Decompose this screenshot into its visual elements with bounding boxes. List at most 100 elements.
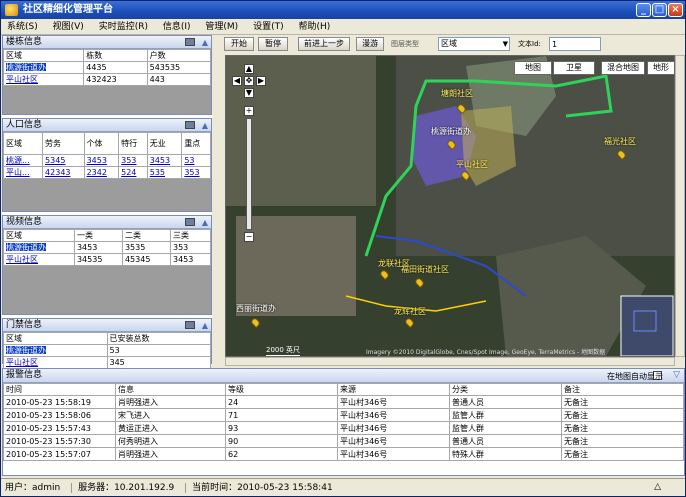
col-header: 栋数: [83, 49, 148, 62]
pause-button[interactable]: 暂停: [258, 37, 288, 51]
layer-type-label: 图层类型: [391, 40, 419, 48]
menu-help[interactable]: 帮助(H): [292, 19, 336, 35]
col-header: 区域: [2, 132, 44, 155]
table-row[interactable]: 桃源街道办 53: [3, 344, 211, 357]
cell: 345: [106, 356, 211, 369]
camera-icon[interactable]: [185, 38, 195, 46]
menu-realtime[interactable]: 实时监控(R): [93, 19, 154, 35]
door-table: 区域 已安装总数 桃源街道办 53 平山社区 345: [3, 332, 211, 369]
pan-right-icon[interactable]: ▶: [256, 76, 266, 86]
map-vertical-scrollbar[interactable]: [675, 55, 685, 357]
panel-title: 视频信息: [6, 217, 43, 227]
collapse-icon[interactable]: ▽: [673, 369, 680, 382]
region-link[interactable]: 平山社区: [6, 358, 38, 367]
table-row[interactable]: 桃源街道办 4435 543535: [2, 61, 212, 74]
count-link[interactable]: 53: [184, 156, 194, 165]
cell: 443: [146, 73, 212, 86]
camera-icon[interactable]: [185, 218, 195, 226]
close-button[interactable]: ×: [668, 3, 683, 17]
count-link[interactable]: 3453: [150, 156, 170, 165]
table-row[interactable]: 平山社区 432423 443: [2, 73, 212, 86]
table-row[interactable]: 平山... 42343 2342 524 535 353: [2, 166, 211, 179]
table-row[interactable]: 桃源街道办 3453 3535 353: [3, 241, 212, 254]
table-row[interactable]: 桃源... 5345 3453 353 3453 53: [2, 154, 211, 167]
minimize-button[interactable]: _: [636, 3, 651, 17]
table-row[interactable]: 2010-05-23 15:57:43 黄运正进入 93 平山村346号 监管人群 无备注: [3, 421, 684, 435]
panel-header: 人口信息 ▲: [3, 119, 211, 132]
col-header: 等级: [225, 383, 338, 396]
table-row[interactable]: 2010-05-23 15:57:30 何秀明进入 90 平山村346号 普通人员 无备注: [3, 434, 684, 448]
col-header: 无业: [146, 132, 183, 155]
show-on-map-label: 在地图自动显示: [607, 372, 663, 381]
cell: 普通人员: [449, 395, 562, 409]
start-button[interactable]: 开始: [224, 37, 254, 51]
pan-center-icon[interactable]: ✥: [244, 76, 254, 86]
chevron-down-icon: ▼: [502, 40, 508, 48]
video-table: 区域 一类 二类 三类 桃源街道办 3453 3535 353 平山社区 34535 45345…: [3, 229, 212, 266]
table-row[interactable]: 2010-05-23 15:57:07 肖明强进入 62 平山村346号 特殊人群 无备注: [3, 447, 684, 461]
maximize-button[interactable]: □: [652, 3, 667, 17]
count-link[interactable]: 42343: [45, 168, 70, 177]
collapse-icon[interactable]: ▲: [202, 216, 208, 229]
cell: 2010-05-23 15:58:06: [3, 408, 116, 422]
zoom-slider[interactable]: [246, 118, 252, 230]
cell: 普通人员: [449, 434, 562, 448]
table-row[interactable]: 平山社区 34535 45345 3453: [3, 253, 212, 266]
map-label: 桃源街道办: [431, 127, 471, 136]
menu-manage[interactable]: 管理(M): [199, 19, 244, 35]
region-link[interactable]: 平山社区: [6, 255, 38, 264]
region-link[interactable]: 桃源街道办: [6, 63, 46, 72]
splitter[interactable]: [213, 35, 222, 365]
count-link[interactable]: 353: [121, 156, 136, 165]
title-bar: 社区精细化管理平台 _ □ ×: [1, 1, 685, 19]
camera-icon[interactable]: [185, 321, 195, 329]
region-link[interactable]: 桃源街道办: [6, 346, 46, 355]
count-link[interactable]: 353: [184, 168, 199, 177]
scroll-up-icon[interactable]: △: [654, 482, 661, 493]
cell: 2010-05-23 15:57:30: [3, 434, 116, 448]
col-header: 特行: [118, 132, 148, 155]
map-view[interactable]: 地图 卫星 混合地图 地形 ▲ ◀ ✥ ▶ ▼ + − 塘朗社区 桃源街道办 平…: [225, 55, 675, 357]
cell: 黄运正进入: [115, 421, 226, 435]
building-table: 区域 栋数 户数 桃源街道办 4435 543535 平山社区 432423 443: [2, 49, 212, 86]
count-link[interactable]: 535: [150, 168, 165, 177]
menu-info[interactable]: 信息(I): [157, 19, 197, 35]
region-link[interactable]: 平山...: [6, 168, 30, 177]
status-time: 当前时间：2010-05-23 15:58:41: [185, 483, 333, 493]
table-row[interactable]: 2010-05-23 15:58:06 宋飞进入 71 平山村346号 监管人群 无备注: [3, 408, 684, 422]
map-type-satellite-button[interactable]: 卫星: [553, 61, 595, 75]
map-type-terrain-button[interactable]: 地形: [647, 61, 674, 75]
count-link[interactable]: 3453: [87, 156, 107, 165]
count-link[interactable]: 524: [121, 168, 136, 177]
region-link[interactable]: 桃源...: [6, 156, 30, 165]
region-link[interactable]: 桃源街道办: [6, 243, 46, 252]
camera-icon[interactable]: [185, 121, 195, 129]
layer-type-select[interactable]: 区域 ▼: [438, 37, 510, 51]
prev-step-button[interactable]: 前进上一步: [298, 37, 350, 51]
map-type-map-button[interactable]: 地图: [514, 61, 552, 75]
text-id-input[interactable]: [549, 37, 601, 51]
collapse-icon[interactable]: ▲: [202, 119, 208, 132]
pan-button[interactable]: 漫游: [356, 37, 384, 51]
count-link[interactable]: 5345: [45, 156, 65, 165]
cell: 监管人群: [449, 421, 562, 435]
map-type-hybrid-button[interactable]: 混合地图: [601, 61, 645, 75]
pan-up-icon[interactable]: ▲: [244, 64, 254, 74]
map-horizontal-scrollbar[interactable]: [225, 357, 675, 366]
cell: 特殊人群: [449, 447, 562, 461]
collapse-icon[interactable]: ▲: [202, 36, 208, 49]
col-header: 三类: [169, 229, 212, 242]
region-link[interactable]: 平山社区: [6, 75, 38, 84]
table-row[interactable]: 2010-05-23 15:58:19 肖明强进入 24 平山村346号 普通人员 无备注: [3, 395, 684, 409]
table-row[interactable]: 平山社区 345: [3, 356, 211, 369]
menu-settings[interactable]: 设置(T): [247, 19, 290, 35]
cell: 3453: [73, 241, 123, 254]
collapse-icon[interactable]: ▲: [202, 319, 208, 332]
menu-view[interactable]: 视图(V): [47, 19, 90, 35]
zoom-out-icon[interactable]: −: [244, 232, 254, 242]
pan-left-icon[interactable]: ◀: [232, 76, 242, 86]
pan-down-icon[interactable]: ▼: [244, 88, 254, 98]
menu-system[interactable]: 系统(S): [1, 19, 44, 35]
count-link[interactable]: 2342: [87, 168, 107, 177]
zoom-in-icon[interactable]: +: [244, 106, 254, 116]
